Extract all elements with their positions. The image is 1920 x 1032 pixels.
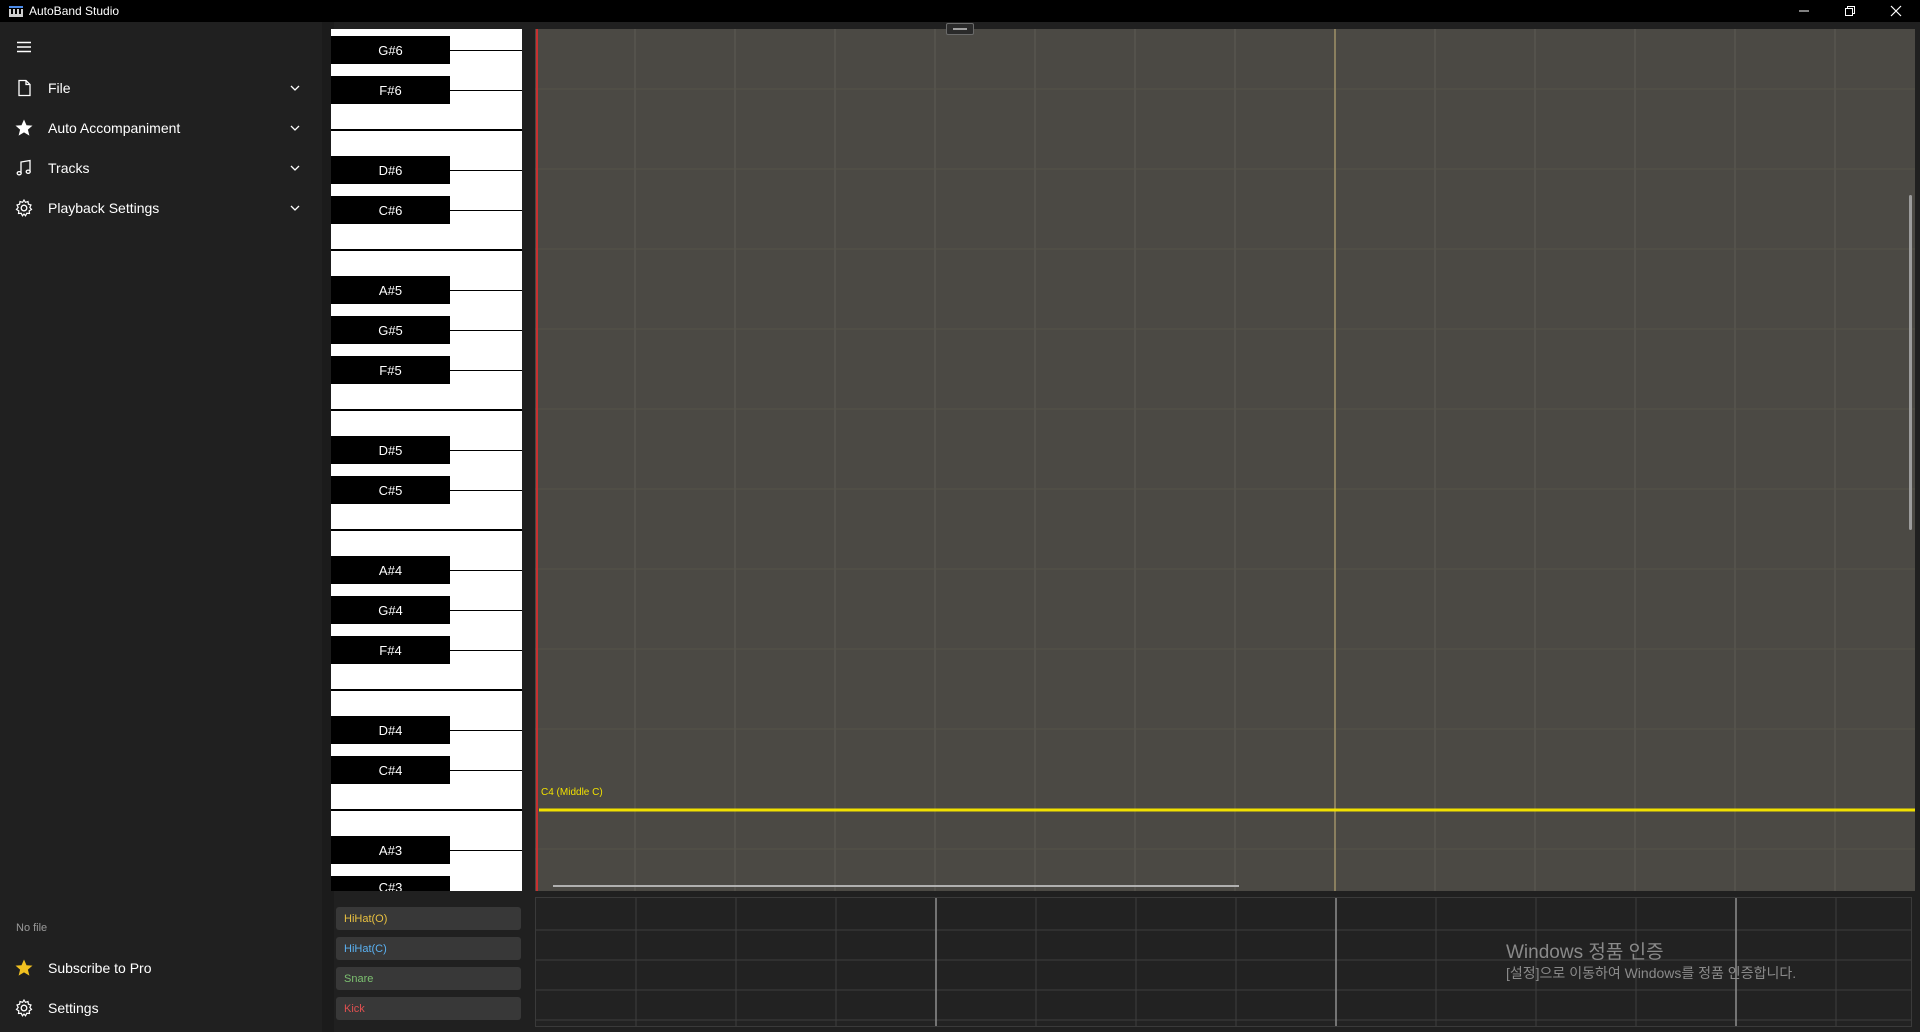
drum-grid[interactable] bbox=[535, 897, 1912, 1027]
restore-button[interactable] bbox=[1827, 0, 1873, 22]
minimize-button[interactable] bbox=[1781, 0, 1827, 22]
piano-key-d-sharp-6[interactable]: D#6 bbox=[331, 156, 450, 184]
white-key-separator bbox=[331, 529, 522, 531]
music-note-icon bbox=[16, 159, 31, 176]
white-key-separator bbox=[331, 809, 522, 811]
piano-key-a-sharp-4[interactable]: A#4 bbox=[331, 556, 450, 584]
key-line bbox=[449, 610, 522, 611]
key-line bbox=[449, 210, 522, 211]
menu-toggle-button[interactable] bbox=[0, 27, 48, 67]
sidebar-item-playback-settings[interactable]: Playback Settings bbox=[0, 188, 322, 228]
key-line bbox=[449, 490, 522, 491]
chevron-down-icon bbox=[290, 205, 300, 211]
piano-keyboard[interactable]: G#6 F#6 D#6 C#6 A#5 G#5 F#5 D#5 C#5 A#4 … bbox=[331, 29, 522, 891]
key-line bbox=[449, 450, 522, 451]
key-line bbox=[449, 50, 522, 51]
key-line bbox=[449, 850, 522, 851]
grid-lines bbox=[535, 29, 1915, 891]
middle-c-label: C4 (Middle C) bbox=[541, 787, 603, 798]
key-line bbox=[449, 730, 522, 731]
piano-key-g-sharp-4[interactable]: G#4 bbox=[331, 596, 450, 624]
sidebar-item-label: Tracks bbox=[48, 160, 90, 176]
sidebar-item-label: File bbox=[48, 80, 71, 96]
piano-key-g-sharp-5[interactable]: G#5 bbox=[331, 316, 450, 344]
sidebar-item-label: Auto Accompaniment bbox=[48, 120, 181, 136]
drum-track-kick[interactable]: Kick bbox=[336, 997, 521, 1020]
key-line bbox=[449, 170, 522, 171]
gear-icon bbox=[15, 198, 33, 217]
key-line bbox=[449, 290, 522, 291]
drum-grid-lines bbox=[536, 898, 1911, 1026]
sidebar-item-label: Playback Settings bbox=[48, 200, 160, 216]
drum-track-hihat-open[interactable]: HiHat(O) bbox=[336, 907, 521, 930]
piano-key-f-sharp-4[interactable]: F#4 bbox=[331, 636, 450, 664]
subscribe-label: Subscribe to Pro bbox=[48, 960, 152, 976]
document-icon bbox=[18, 79, 31, 97]
drum-track-list: HiHat(O) HiHat(C) Snare Kick bbox=[331, 902, 522, 1027]
white-key-separator bbox=[331, 129, 522, 131]
settings-label: Settings bbox=[48, 1000, 99, 1016]
sidebar-item-file[interactable]: File bbox=[0, 68, 322, 108]
sidebar-item-tracks[interactable]: Tracks bbox=[0, 148, 322, 188]
app-icon bbox=[9, 6, 23, 17]
chevron-down-icon bbox=[290, 125, 300, 131]
gear-icon bbox=[15, 998, 33, 1017]
activation-watermark-title: Windows 정품 인증 bbox=[1506, 942, 1664, 963]
star-icon bbox=[15, 959, 33, 976]
piano-key-f-sharp-6[interactable]: F#6 bbox=[331, 76, 450, 104]
sidebar-item-auto-accompaniment[interactable]: Auto Accompaniment bbox=[0, 108, 322, 148]
piano-key-g-sharp-6[interactable]: G#6 bbox=[331, 36, 450, 64]
settings-button[interactable]: Settings bbox=[0, 988, 322, 1028]
minimize-icon bbox=[1799, 10, 1809, 12]
panel-drag-handle[interactable] bbox=[946, 23, 974, 35]
piano-key-a-sharp-5[interactable]: A#5 bbox=[331, 276, 450, 304]
vertical-scrollbar[interactable] bbox=[1909, 195, 1912, 530]
white-key-separator bbox=[331, 689, 522, 691]
close-icon bbox=[1890, 5, 1902, 17]
white-key-separator bbox=[331, 249, 522, 251]
key-line bbox=[449, 370, 522, 371]
piano-key-f-sharp-5[interactable]: F#5 bbox=[331, 356, 450, 384]
piano-key-a-sharp-3[interactable]: A#3 bbox=[331, 836, 450, 864]
file-status: No file bbox=[16, 922, 48, 934]
white-key-separator bbox=[331, 409, 522, 411]
piano-key-d-sharp-4[interactable]: D#4 bbox=[331, 716, 450, 744]
subscribe-button[interactable]: Subscribe to Pro bbox=[0, 948, 322, 988]
drum-track-snare[interactable]: Snare bbox=[336, 967, 521, 990]
title-bar: AutoBand Studio bbox=[0, 0, 1920, 22]
piano-key-c-sharp-5[interactable]: C#5 bbox=[331, 476, 450, 504]
hamburger-icon bbox=[17, 41, 31, 53]
chevron-down-icon bbox=[290, 165, 300, 171]
piano-key-d-sharp-5[interactable]: D#5 bbox=[331, 436, 450, 464]
key-line bbox=[449, 90, 522, 91]
chevron-down-icon bbox=[290, 85, 300, 91]
close-button[interactable] bbox=[1873, 0, 1919, 22]
piano-key-c-sharp-4[interactable]: C#4 bbox=[331, 756, 450, 784]
sidebar: File Auto Accompaniment Tracks Playback … bbox=[0, 22, 322, 1032]
activation-watermark-text: [설정]으로 이동하여 Windows를 정품 인증합니다. bbox=[1506, 965, 1797, 981]
key-line bbox=[449, 770, 522, 771]
piano-key-c-sharp-6[interactable]: C#6 bbox=[331, 196, 450, 224]
note-grid[interactable]: C4 (Middle C) bbox=[535, 29, 1915, 891]
key-line bbox=[449, 570, 522, 571]
star-icon bbox=[15, 119, 33, 136]
piano-key-c-sharp-3[interactable]: C#3 bbox=[331, 876, 450, 891]
drum-track-hihat-closed[interactable]: HiHat(C) bbox=[336, 937, 521, 960]
key-line bbox=[449, 650, 522, 651]
window-title: AutoBand Studio bbox=[29, 4, 120, 18]
restore-icon bbox=[1845, 6, 1855, 16]
key-line bbox=[449, 330, 522, 331]
